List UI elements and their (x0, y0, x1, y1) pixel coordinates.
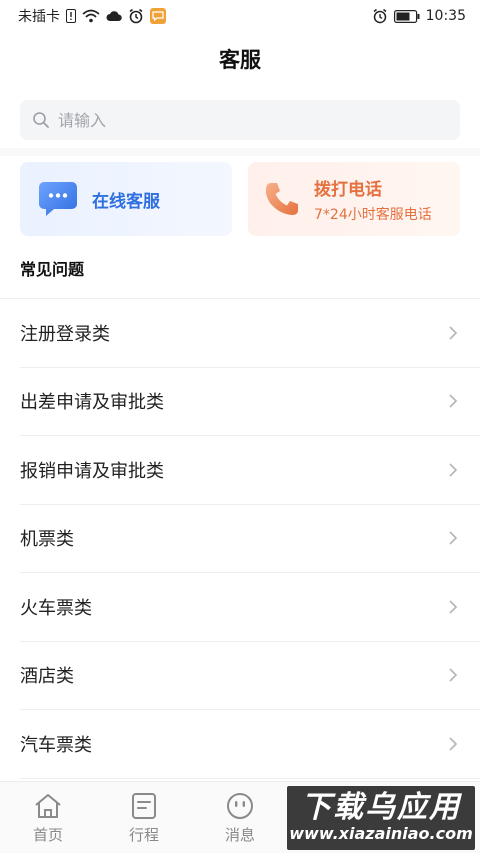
home-icon (33, 792, 63, 820)
phone-service-card[interactable]: 拨打电话 7*24小时客服电话 (248, 162, 460, 236)
faq-item-label: 火车票类 (20, 597, 92, 619)
chevron-right-icon (448, 393, 458, 409)
online-service-card[interactable]: 在线客服 (20, 162, 232, 236)
faq-item-label: 汽车票类 (20, 734, 92, 756)
faq-item-label: 报销申请及审批类 (20, 460, 164, 482)
watermark-url: www.xiazainiao.com (289, 824, 473, 843)
faq-item-reimbursement[interactable]: 报销申请及审批类 (20, 436, 480, 505)
faq-item-hotel[interactable]: 酒店类 (20, 642, 480, 710)
tab-messages[interactable]: 消息 (192, 782, 288, 853)
watermark-logo: 下载乌应用 www.xiazainiao.com (287, 786, 475, 850)
faq-item-bus[interactable]: 汽车票类 (20, 710, 480, 779)
phone-card-text: 拨打电话 7*24小时客服电话 (314, 175, 432, 224)
phone-service-title: 拨打电话 (314, 179, 382, 200)
search-icon (32, 111, 50, 129)
carrier-label: 未插卡 (18, 9, 60, 25)
message-icon (150, 8, 166, 24)
cloud-icon (106, 10, 122, 22)
itinerary-icon (131, 792, 157, 820)
phone-service-subtitle: 7*24小时客服电话 (314, 206, 432, 223)
faq-item-train[interactable]: 火车票类 (20, 573, 480, 642)
status-bar: 未插卡 10:35 (0, 0, 480, 32)
chevron-right-icon (448, 736, 458, 752)
tab-label: 消息 (224, 826, 255, 844)
chevron-right-icon (448, 530, 458, 546)
faq-item-business-trip[interactable]: 出差申请及审批类 (20, 368, 480, 436)
chevron-right-icon (448, 325, 458, 341)
faq-item-label: 酒店类 (20, 666, 74, 688)
watermark-title: 下载乌应用 (301, 790, 461, 825)
alarm-clock-icon (128, 8, 144, 24)
faq-item-register-login[interactable]: 注册登录类 (20, 299, 480, 368)
sim-alert-icon (66, 9, 76, 23)
chevron-right-icon (448, 667, 458, 683)
search-box[interactable] (20, 100, 460, 140)
page-title: 客服 (219, 48, 261, 72)
tab-itinerary[interactable]: 行程 (96, 782, 192, 853)
chevron-right-icon (448, 599, 458, 615)
tab-label: 首页 (32, 826, 63, 844)
wifi-icon (82, 9, 100, 23)
message-face-icon (225, 792, 255, 820)
battery-icon (393, 9, 420, 23)
status-left: 未插卡 (18, 6, 166, 26)
alarm-clock-icon (372, 8, 388, 24)
chat-bubble-icon (38, 180, 78, 218)
status-right: 10:35 (372, 8, 466, 24)
faq-item-flight[interactable]: 机票类 (20, 505, 480, 573)
faq-list: 注册登录类 出差申请及审批类 报销申请及审批类 机票类 火车票类 酒店类 汽车票… (0, 298, 480, 779)
faq-item-label: 出差申请及审批类 (20, 392, 164, 414)
search-input[interactable] (58, 110, 438, 130)
faq-section-title: 常见问题 (20, 260, 85, 279)
tab-label: 行程 (128, 826, 159, 844)
faq-item-label: 注册登录类 (20, 323, 110, 345)
chevron-right-icon (448, 462, 458, 478)
status-time: 10:35 (425, 8, 466, 24)
online-service-title: 在线客服 (92, 191, 160, 212)
section-divider (0, 148, 480, 156)
tab-home[interactable]: 首页 (0, 782, 96, 853)
faq-item-label: 机票类 (20, 529, 74, 551)
phone-icon (262, 179, 302, 219)
